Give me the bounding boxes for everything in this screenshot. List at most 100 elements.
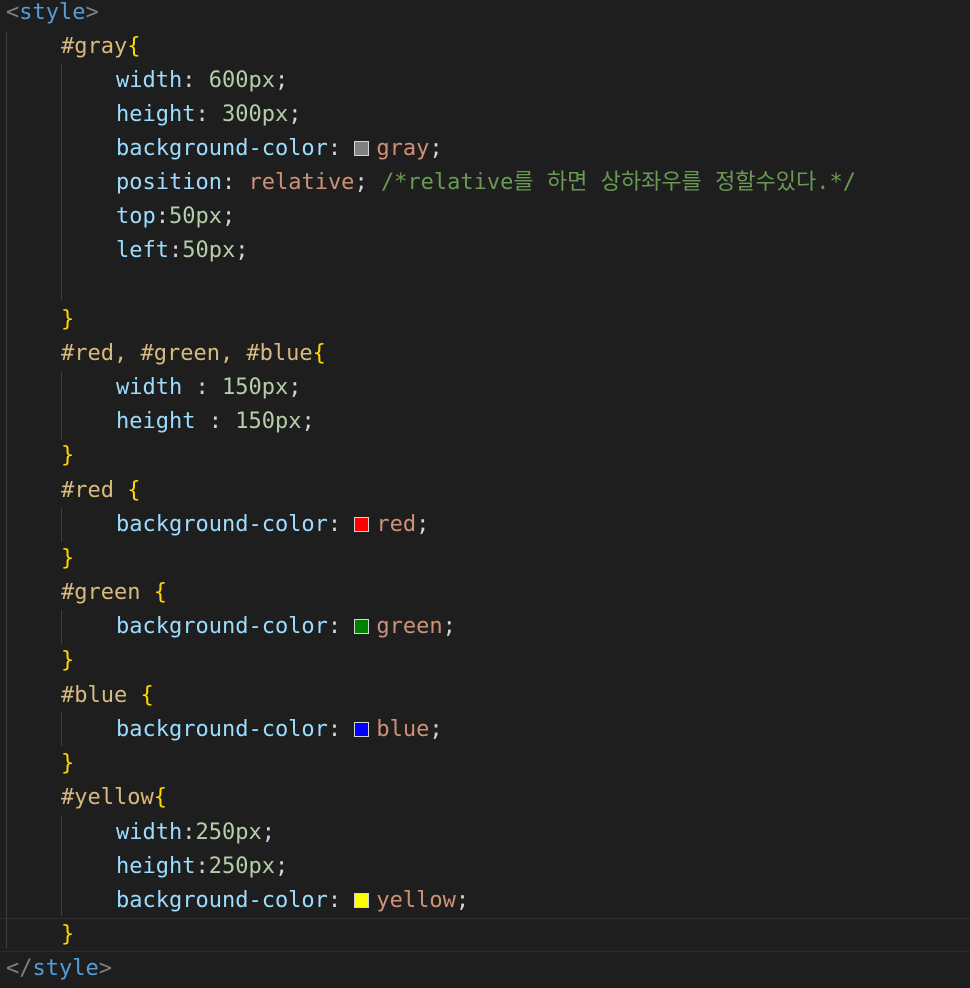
css-value: yellow (376, 888, 456, 913)
colon: : (155, 204, 169, 229)
code-line-rgb-selector: #red, #green, #blue{ (61, 337, 326, 371)
code-line-rgb-close: } (61, 439, 74, 473)
colon: : (327, 136, 355, 161)
css-property: width (116, 375, 183, 400)
open-brace: { (153, 580, 167, 605)
css-property: top (116, 204, 156, 229)
semicolon: ; (301, 409, 315, 434)
css-property: background-color (116, 888, 328, 913)
indent-guide (61, 712, 62, 746)
tag-name: style (32, 956, 99, 981)
css-value: 50px (182, 238, 236, 263)
css-property: width (116, 820, 183, 845)
semicolon: ; (274, 854, 289, 879)
code-line-gray-bg: background-color: gray; (116, 132, 443, 166)
code-line-red-close: } (61, 542, 74, 576)
css-value: 50px (169, 204, 222, 229)
colon: : (168, 238, 183, 263)
open-brace: { (127, 34, 141, 59)
colon: : (195, 854, 209, 879)
css-selector: #blue (61, 683, 128, 708)
color-swatch-green[interactable] (354, 619, 370, 634)
color-swatch-yellow[interactable] (354, 893, 370, 908)
semicolon: ; (274, 68, 289, 93)
css-value: 300px (221, 102, 289, 127)
css-property: height (116, 854, 196, 879)
css-property: height (116, 409, 196, 434)
code-line-gray-height: height: 300px; (116, 98, 301, 132)
open-brace: { (153, 785, 167, 810)
code-line-blue-selector: #blue { (61, 679, 154, 713)
css-selector: #red, #green, #blue (61, 341, 313, 366)
code-line-green-close: } (61, 644, 74, 678)
semicolon: ; (429, 136, 443, 161)
semicolon: ; (221, 204, 236, 229)
colon: : (327, 717, 355, 742)
semicolon: ; (416, 512, 430, 537)
code-line-rgb-height: height : 150px; (116, 405, 315, 439)
css-property: background-color (116, 717, 328, 742)
colon: : (221, 170, 249, 195)
tag-name: style (19, 0, 86, 25)
css-property: height (116, 102, 196, 127)
code-line-red-bg: background-color: red; (116, 508, 429, 542)
css-selector: #green (61, 580, 141, 605)
open-brace: { (127, 478, 141, 503)
css-property: position (116, 170, 222, 195)
open-brace: { (312, 341, 326, 366)
semicolon: ; (429, 717, 443, 742)
code-line-close-tag: </style> (6, 952, 112, 986)
indent-guide (61, 508, 62, 542)
indent-guide (61, 372, 62, 440)
css-selector: #red (61, 478, 114, 503)
tag-bracket: < (6, 0, 20, 25)
indent-guide (61, 816, 62, 916)
indent-guide (6, 32, 7, 948)
semicolon: ; (354, 170, 381, 195)
close-brace: } (61, 546, 75, 571)
current-line-highlight (0, 918, 970, 952)
code-line-yellow-close: } (61, 918, 74, 952)
code-line-open-tag: <style> (6, 0, 99, 30)
css-selector: #gray (61, 34, 128, 59)
colon: : (327, 614, 355, 639)
color-swatch-gray[interactable] (354, 141, 370, 156)
tag-bracket: > (85, 0, 99, 25)
code-line-green-selector: #green { (61, 576, 167, 610)
css-value: blue (376, 717, 430, 742)
css-property: background-color (116, 136, 328, 161)
code-line-blue-bg: background-color: blue; (116, 713, 443, 747)
colon: : (182, 68, 209, 93)
css-selector: #yellow (61, 785, 154, 810)
css-value: 600px (208, 68, 275, 93)
color-swatch-red[interactable] (354, 517, 370, 532)
semicolon: ; (288, 375, 302, 400)
css-property: left (116, 238, 169, 263)
code-line-green-bg: background-color: green; (116, 610, 456, 644)
code-line-gray-left: left:50px; (116, 234, 248, 268)
semicolon: ; (235, 238, 249, 263)
code-line-gray-position: position: relative; /*relative를 하면 상하좌우를… (116, 166, 856, 200)
indent-guide (61, 64, 62, 300)
close-brace: } (61, 751, 75, 776)
code-line-rgb-width: width : 150px; (116, 371, 301, 405)
code-editor[interactable]: <style> #gray{ width: 600px; height: 300… (0, 0, 970, 988)
tag-bracket: > (98, 956, 112, 981)
code-line-yellow-selector: #yellow{ (61, 781, 167, 815)
close-brace: } (61, 307, 75, 332)
colon: : (195, 409, 236, 434)
colon: : (182, 375, 222, 400)
colon: : (327, 888, 355, 913)
css-property: background-color (116, 614, 328, 639)
code-line-yellow-bg: background-color: yellow; (116, 884, 469, 918)
colon: : (327, 512, 355, 537)
css-value: gray (376, 136, 430, 161)
code-line-yellow-width: width:250px; (116, 816, 275, 850)
semicolon: ; (261, 820, 275, 845)
css-value: 250px (195, 820, 262, 845)
color-swatch-blue[interactable] (354, 722, 370, 737)
open-brace: { (140, 683, 154, 708)
code-line-yellow-height: height:250px; (116, 850, 288, 884)
code-comment: /*relative를 하면 상하좌우를 정할수있다.*/ (380, 170, 856, 195)
code-line-gray-top: top:50px; (116, 200, 235, 234)
